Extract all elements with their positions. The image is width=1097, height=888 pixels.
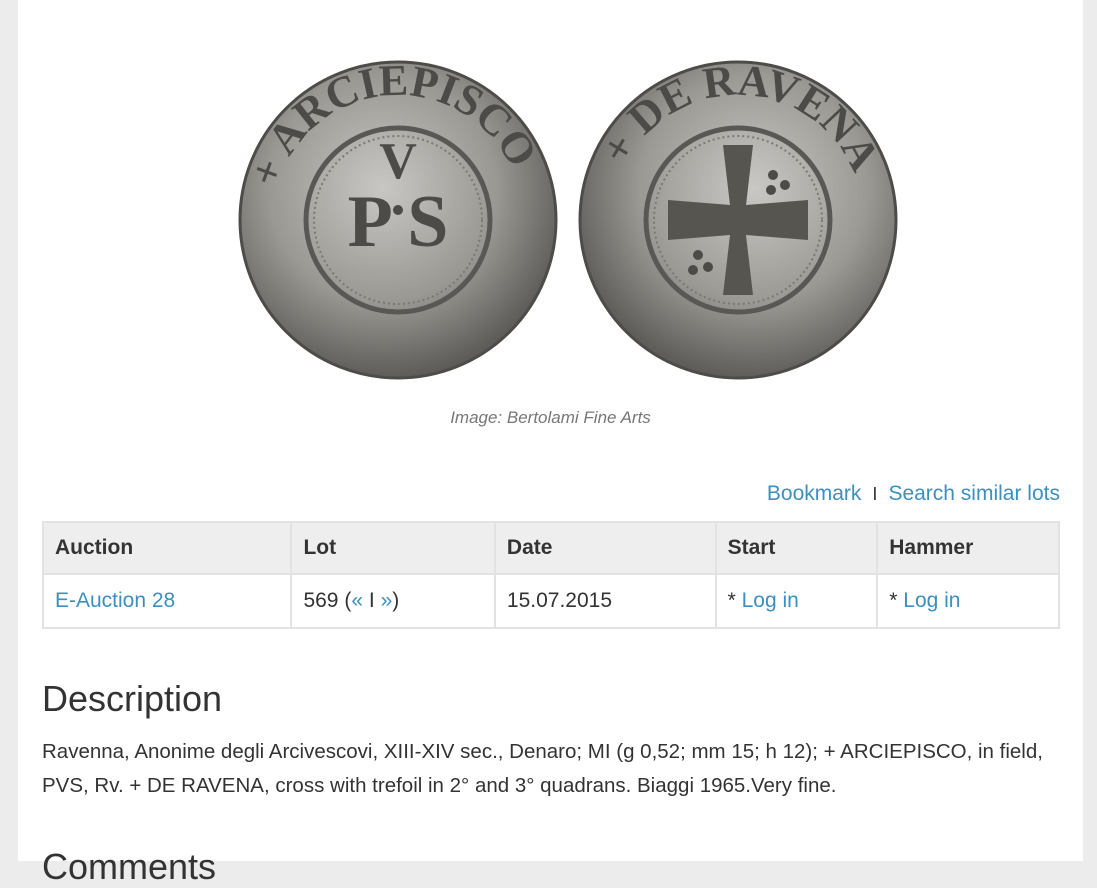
header-start: Start [714,521,879,575]
coin-photo: P S V + ARCIEPISCO + DE RAVENA [238,55,898,380]
start-asterisk: * [727,589,736,612]
lot-actions: Bookmark I Search similar lots [767,482,1060,506]
table-row: E-Auction 28 569 (« I ») 15.07.2015 * Lo… [41,573,1060,629]
date-cell: 15.07.2015 [493,573,717,629]
page-content: P S V + ARCIEPISCO + DE RAVENA Image: Be… [18,0,1083,887]
start-cell: * Log in [714,573,879,629]
hammer-login-link[interactable]: Log in [903,589,960,612]
lot-number: 569 [303,589,339,612]
lot-table: Auction Lot Date Start Hammer E-Auction … [41,521,1060,629]
hammer-cell: * Log in [876,573,1060,629]
coin-reverse: + DE RAVENA [578,55,898,380]
search-similar-lots-link[interactable]: Search similar lots [888,482,1060,506]
previous-lot-link[interactable]: « [351,589,363,612]
header-lot: Lot [290,521,496,575]
lot-paren-close: ) [392,589,400,612]
auction-cell: E-Auction 28 [41,573,293,629]
description-heading: Description [42,678,223,719]
lot-nav-separator: I [368,589,375,612]
comments-heading: Comments [42,846,217,887]
description-text: Ravenna, Anonime degli Arcivescovi, XIII… [42,740,1043,797]
image-caption: Image: Bertolami Fine Arts [450,408,651,427]
next-lot-link[interactable]: » [381,589,393,612]
table-header-row: Auction Lot Date Start Hammer [41,521,1060,575]
coin-obverse: P S V + ARCIEPISCO [238,56,558,380]
lot-cell: 569 (« I ») [290,573,496,629]
bookmark-link[interactable]: Bookmark [767,482,862,506]
header-auction: Auction [41,521,293,575]
svg-text:V: V [379,133,417,190]
auction-link[interactable]: E-Auction 28 [55,589,175,612]
hammer-asterisk: * [889,589,898,612]
start-login-link[interactable]: Log in [742,589,799,612]
action-separator: I [872,483,878,504]
coin-image[interactable]: P S V + ARCIEPISCO + DE RAVENA Image: Be… [18,0,1083,440]
header-date: Date [493,521,717,575]
header-hammer: Hammer [876,521,1060,575]
svg-text:P S: P S [348,181,449,263]
